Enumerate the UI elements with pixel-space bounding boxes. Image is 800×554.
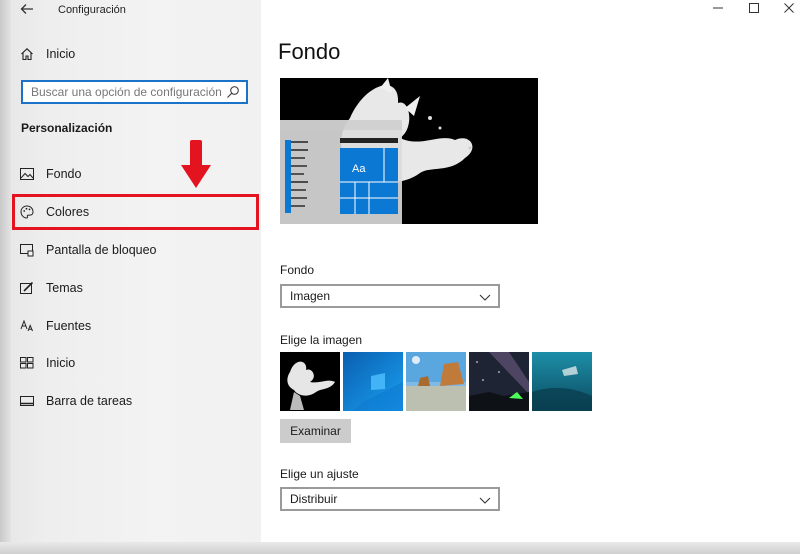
section-heading-personalization: Personalización xyxy=(21,121,113,135)
wallpaper-thumb-4[interactable] xyxy=(469,352,529,411)
lock-screen-icon xyxy=(20,243,34,257)
sidebar-item-start[interactable]: Inicio xyxy=(20,353,75,373)
sidebar-item-background[interactable]: Fondo xyxy=(20,164,81,184)
page-title: Fondo xyxy=(278,39,341,64)
sidebar-item-themes[interactable]: Temas xyxy=(20,278,83,298)
wallpaper-thumb-3[interactable] xyxy=(406,352,466,411)
back-arrow-icon[interactable] xyxy=(20,2,38,18)
background-preview: Aa xyxy=(280,78,538,224)
sidebar-item-taskbar[interactable]: Barra de tareas xyxy=(20,391,132,411)
chevron-down-icon xyxy=(478,493,492,507)
picture-icon xyxy=(20,167,34,181)
home-icon xyxy=(20,47,34,61)
nav-home[interactable]: Inicio xyxy=(20,44,75,64)
background-type-dropdown[interactable]: Imagen xyxy=(280,284,500,308)
search-box[interactable] xyxy=(21,80,248,104)
browse-button[interactable]: Examinar xyxy=(280,419,351,443)
sidebar-item-lock-screen[interactable]: Pantalla de bloqueo xyxy=(20,240,157,260)
window-left-edge xyxy=(0,0,11,554)
nav-home-label: Inicio xyxy=(46,47,76,61)
start-icon xyxy=(20,356,34,370)
wallpaper-thumb-1[interactable] xyxy=(280,352,340,411)
sidebar-item-fonts[interactable]: Fuentes xyxy=(20,316,91,336)
preview-tile-text: Aa xyxy=(352,163,366,175)
font-icon xyxy=(20,319,34,333)
sidebar-item-label: Pantalla de bloqueo xyxy=(46,243,157,257)
sidebar-item-label: Inicio xyxy=(46,356,76,370)
choose-image-label: Elige la imagen xyxy=(280,333,363,347)
sidebar-item-label: Fondo xyxy=(46,167,82,181)
background-type-value: Imagen xyxy=(290,289,331,303)
fit-dropdown[interactable]: Distribuir xyxy=(280,487,500,511)
fit-label: Elige un ajuste xyxy=(280,467,359,481)
search-icon[interactable] xyxy=(226,85,240,99)
fit-value: Distribuir xyxy=(290,492,338,506)
wallpaper-thumb-5[interactable] xyxy=(532,352,592,411)
brush-icon xyxy=(20,281,34,295)
background-type-label: Fondo xyxy=(280,263,315,277)
sidebar-item-label: Fuentes xyxy=(46,319,92,333)
maximize-button[interactable] xyxy=(745,2,763,16)
window-bottom-edge xyxy=(0,542,800,554)
window-title: Configuración xyxy=(58,4,126,16)
close-button[interactable] xyxy=(780,2,798,16)
taskbar-icon xyxy=(20,394,34,408)
wallpaper-thumb-2[interactable] xyxy=(343,352,403,411)
search-input[interactable] xyxy=(23,82,223,102)
sidebar-item-label: Barra de tareas xyxy=(46,394,133,408)
sidebar-item-label: Temas xyxy=(46,281,83,295)
highlight-colors-box xyxy=(12,194,259,230)
red-down-arrow-icon xyxy=(180,140,212,190)
minimize-button[interactable] xyxy=(709,2,727,16)
chevron-down-icon xyxy=(478,290,492,304)
